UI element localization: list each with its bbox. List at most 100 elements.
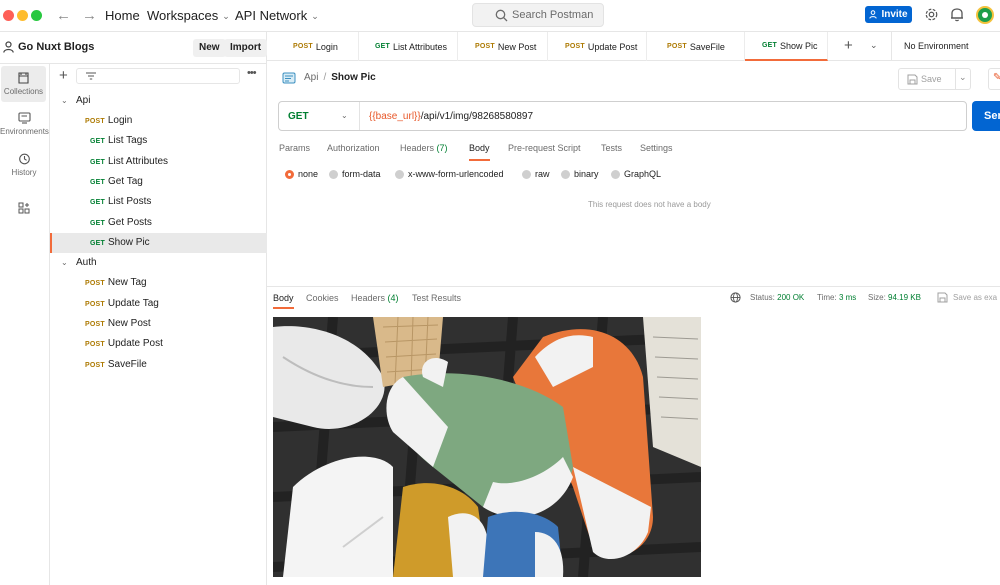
- invite-button[interactable]: Invite: [865, 6, 912, 23]
- tree-item-label: New Tag: [107, 277, 147, 288]
- tree-item[interactable]: POST SaveFile: [50, 355, 267, 375]
- tab-body[interactable]: Body: [469, 143, 490, 161]
- tree-item[interactable]: GET Get Tag: [50, 172, 267, 192]
- radio-binary[interactable]: binary: [561, 169, 599, 179]
- method-badge: GET: [90, 240, 105, 247]
- radio-graphql[interactable]: GraphQL: [611, 169, 661, 179]
- forward-arrow-icon[interactable]: →: [82, 7, 97, 24]
- minimize-window-icon[interactable]: [17, 10, 28, 21]
- folder-api[interactable]: ⌄ Api: [50, 91, 267, 111]
- tab-savefile[interactable]: POST SaveFile: [647, 32, 745, 61]
- back-arrow-icon[interactable]: ←: [56, 7, 71, 24]
- response-tab-headers[interactable]: Headers (4): [351, 293, 399, 303]
- tab-show-pic[interactable]: GET Show Pic: [745, 32, 828, 61]
- radio-urlencoded[interactable]: x-www-form-urlencoded: [395, 169, 504, 179]
- response-tab-cookies[interactable]: Cookies: [306, 293, 339, 303]
- folder-label: Auth: [76, 257, 97, 268]
- method-badge: GET: [762, 42, 777, 49]
- tab-list-attributes[interactable]: GET List Attributes: [359, 32, 458, 61]
- radio-raw[interactable]: raw: [522, 169, 550, 179]
- home-link[interactable]: Home: [105, 8, 140, 23]
- chevron-down-icon[interactable]: ⌄: [870, 40, 878, 51]
- url-input[interactable]: {{base_url}}/api/v1/img/98268580897: [369, 111, 533, 122]
- workspaces-menu[interactable]: Workspaces ⌄: [147, 8, 230, 23]
- tab-login[interactable]: POST Login: [267, 32, 359, 61]
- folder-auth[interactable]: ⌄ Auth: [50, 253, 267, 273]
- filter-input[interactable]: [76, 68, 240, 84]
- tree-item-label: Get Posts: [108, 217, 152, 228]
- save-icon: [907, 74, 918, 85]
- response-status: Status: 200 OK: [750, 293, 804, 302]
- tree-item-label: Get Tag: [108, 176, 143, 187]
- add-user-icon: [869, 10, 878, 19]
- api-network-menu[interactable]: API Network ⌄: [235, 8, 319, 23]
- tree-item[interactable]: GET List Attributes: [50, 152, 267, 172]
- headers-count: (7): [436, 143, 448, 153]
- divider: [891, 32, 892, 61]
- notification-bell-icon[interactable]: [950, 7, 964, 22]
- rail-environments[interactable]: Environments: [0, 110, 49, 138]
- tab-prerequest-script[interactable]: Pre-request Script: [508, 143, 581, 153]
- tree-item[interactable]: POST Login: [50, 111, 267, 131]
- tab-headers[interactable]: Headers (7): [400, 143, 448, 153]
- save-as-example-button[interactable]: Save as exa: [953, 293, 997, 302]
- tree-item[interactable]: GET List Posts: [50, 192, 267, 212]
- collections-icon: [18, 72, 29, 84]
- tab-label: SaveFile: [689, 41, 725, 52]
- tab-label: List Attributes: [393, 41, 448, 52]
- tree-item-label: List Tags: [108, 135, 148, 146]
- user-avatar[interactable]: [976, 6, 994, 24]
- edit-button[interactable]: ✎: [988, 68, 1000, 90]
- pencil-icon: ✎: [993, 72, 1000, 83]
- tree-item[interactable]: GET Get Posts: [50, 213, 267, 233]
- chevron-down-icon[interactable]: ⌄: [341, 111, 348, 120]
- filter-icon: [86, 72, 96, 80]
- new-tab-icon[interactable]: +: [844, 37, 853, 54]
- tree-item[interactable]: POST Update Post: [50, 334, 267, 354]
- response-tab-test-results[interactable]: Test Results: [412, 293, 461, 303]
- radio-none[interactable]: none: [285, 169, 318, 179]
- close-window-icon[interactable]: [3, 10, 14, 21]
- divider: [359, 102, 360, 130]
- tab-params[interactable]: Params: [279, 143, 310, 153]
- response-divider[interactable]: [267, 286, 1000, 287]
- search-input[interactable]: Search Postman: [472, 3, 604, 27]
- rail-history[interactable]: History: [0, 151, 48, 179]
- time-value: 3 ms: [838, 293, 857, 302]
- globe-icon[interactable]: [730, 292, 741, 303]
- save-options-button[interactable]: ⌄: [955, 68, 971, 90]
- tree-item-active[interactable]: GET Show Pic: [50, 233, 267, 253]
- tree-item[interactable]: GET List Tags: [50, 131, 267, 151]
- rail-environments-label: Environments: [0, 127, 49, 136]
- tree-item[interactable]: POST Update Tag: [50, 294, 267, 314]
- send-button[interactable]: Ser: [972, 101, 1000, 131]
- tab-new-post[interactable]: POST New Post: [458, 32, 548, 61]
- response-tab-body[interactable]: Body: [273, 293, 294, 309]
- tab-settings[interactable]: Settings: [640, 143, 673, 153]
- method-badge: GET: [90, 220, 105, 227]
- environment-selector[interactable]: No Environment: [904, 41, 969, 51]
- tab-authorization[interactable]: Authorization: [327, 143, 380, 153]
- save-button[interactable]: Save: [898, 68, 956, 90]
- socks-photo: [273, 317, 701, 577]
- new-button[interactable]: New: [193, 39, 226, 57]
- radio-form-data[interactable]: form-data: [329, 169, 381, 179]
- more-options-icon[interactable]: •••: [247, 67, 257, 79]
- breadcrumb-current[interactable]: Show Pic: [331, 72, 375, 83]
- rail-configure[interactable]: [0, 202, 48, 218]
- tree-item[interactable]: POST New Tag: [50, 273, 267, 293]
- rail-collections[interactable]: Collections: [1, 66, 46, 102]
- method-select[interactable]: GET: [288, 111, 309, 122]
- maximize-window-icon[interactable]: [31, 10, 42, 21]
- tab-headers-label: Headers: [400, 143, 435, 153]
- tree-item[interactable]: POST New Post: [50, 314, 267, 334]
- time-label: Time:: [817, 293, 837, 302]
- tree-item-label: List Posts: [108, 196, 152, 207]
- breadcrumb-parent[interactable]: Api: [304, 72, 318, 83]
- import-button[interactable]: Import: [224, 39, 268, 57]
- user-icon: [3, 41, 14, 53]
- tab-update-post[interactable]: POST Update Post: [548, 32, 647, 61]
- tab-tests[interactable]: Tests: [601, 143, 622, 153]
- add-collection-icon[interactable]: +: [59, 67, 68, 84]
- settings-gear-icon[interactable]: [924, 7, 939, 22]
